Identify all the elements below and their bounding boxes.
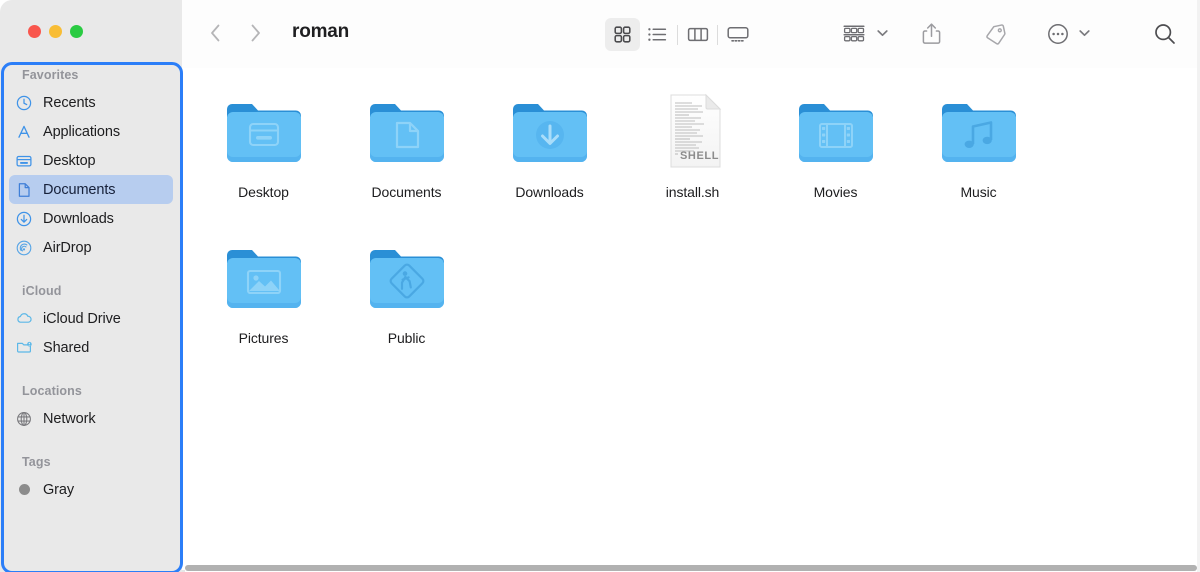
sidebar-item-shared[interactable]: Shared (9, 333, 173, 362)
icon-grid: Desktop Documents Downloads SHELL instal… (192, 68, 1200, 377)
document-icon (14, 180, 34, 200)
sidebar-item-documents[interactable]: Documents (9, 175, 173, 204)
minimize-button[interactable] (49, 25, 62, 38)
sidebar-item-icloud-drive[interactable]: iCloud Drive (9, 304, 173, 333)
file-item-music[interactable]: Music (907, 85, 1050, 231)
globe-icon (14, 409, 34, 429)
sidebar-item-applications[interactable]: Applications (9, 117, 173, 146)
file-label: Public (387, 330, 426, 346)
shared-folder-icon (14, 338, 34, 358)
cloud-icon (14, 309, 34, 329)
file-label: Downloads (515, 184, 584, 200)
sidebar-item-downloads[interactable]: Downloads (9, 204, 173, 233)
public-folder-icon (364, 231, 450, 317)
downloads-folder-icon (507, 85, 593, 171)
sidebar-item-network[interactable]: Network (9, 404, 173, 433)
sidebar-item-label: iCloud Drive (43, 310, 121, 327)
view-mode-icon-button[interactable] (605, 18, 640, 51)
view-mode-segmented-control (605, 18, 755, 51)
sidebar-item-label: Documents (43, 181, 116, 198)
sidebar: Favorites Recents Applications Desktop D… (0, 0, 183, 572)
sidebar-item-label: Recents (43, 94, 96, 111)
page-title: roman (292, 21, 350, 42)
file-label: Movies (813, 184, 858, 200)
toolbar: roman (182, 0, 1200, 68)
navigation-buttons (206, 18, 264, 48)
segmented-divider (717, 24, 718, 45)
view-mode-gallery-button[interactable] (720, 18, 755, 51)
file-item-documents[interactable]: Documents (335, 85, 478, 231)
sidebar-scroll-area[interactable]: Favorites Recents Applications Desktop D… (0, 62, 182, 572)
group-by-button[interactable] (837, 16, 871, 52)
search-button[interactable] (1147, 16, 1183, 52)
back-button[interactable] (206, 18, 224, 48)
sidebar-item-tag-gray[interactable]: Gray (9, 475, 173, 504)
chevron-down-icon[interactable] (876, 25, 889, 43)
more-button[interactable] (1043, 16, 1073, 52)
file-label: install.sh (665, 184, 720, 200)
file-item-install-sh[interactable]: SHELL install.sh (621, 85, 764, 231)
window-controls (28, 25, 83, 38)
sidebar-item-airdrop[interactable]: AirDrop (9, 233, 173, 262)
sidebar-item-label: Applications (43, 123, 120, 140)
sidebar-item-label: AirDrop (43, 239, 92, 256)
sidebar-item-desktop[interactable]: Desktop (9, 146, 173, 175)
chevron-down-icon[interactable] (1078, 25, 1091, 43)
applications-icon (14, 122, 34, 142)
view-mode-column-button[interactable] (680, 18, 715, 51)
music-folder-icon (936, 85, 1022, 171)
forward-button[interactable] (246, 18, 264, 48)
file-label: Music (960, 184, 997, 200)
file-item-public[interactable]: Public (335, 231, 478, 377)
file-browser-content[interactable]: Desktop Documents Downloads SHELL instal… (182, 68, 1200, 564)
movies-folder-icon (793, 85, 879, 171)
sidebar-item-label: Downloads (43, 210, 114, 227)
file-item-downloads[interactable]: Downloads (478, 85, 621, 231)
file-label: Desktop (238, 184, 289, 200)
share-button[interactable] (911, 16, 951, 52)
finder-window: Favorites Recents Applications Desktop D… (0, 0, 1200, 572)
segmented-divider (677, 24, 678, 45)
file-item-movies[interactable]: Movies (764, 85, 907, 231)
download-circle-icon (14, 209, 34, 229)
sidebar-item-label: Network (43, 410, 96, 427)
shell-script-file-icon: SHELL (650, 85, 736, 171)
sidebar-item-label: Gray (43, 481, 75, 498)
file-label: Documents (371, 184, 442, 200)
toolbar-actions (837, 16, 1091, 52)
sidebar-item-label: Desktop (43, 152, 96, 169)
tag-button[interactable] (975, 16, 1015, 52)
zoom-button[interactable] (70, 25, 83, 38)
sidebar-section-icloud: iCloud (22, 284, 62, 298)
gray-tag-dot-icon (14, 480, 34, 500)
file-label: Pictures (238, 330, 289, 346)
close-button[interactable] (28, 25, 41, 38)
desktop-folder-icon (221, 85, 307, 171)
shell-badge-text: SHELL (680, 150, 719, 162)
airdrop-icon (14, 238, 34, 258)
view-mode-list-button[interactable] (640, 18, 675, 51)
pictures-folder-icon (221, 231, 307, 317)
documents-folder-icon (364, 85, 450, 171)
sidebar-section-tags: Tags (22, 455, 51, 469)
sidebar-item-recents[interactable]: Recents (9, 88, 173, 117)
sidebar-section-favorites: Favorites (22, 68, 79, 82)
sidebar-section-locations: Locations (22, 384, 82, 398)
desktop-icon (14, 151, 34, 171)
horizontal-scrollbar[interactable] (185, 564, 1200, 572)
horizontal-scrollbar-thumb[interactable] (185, 565, 1197, 571)
file-item-desktop[interactable]: Desktop (192, 85, 335, 231)
file-item-pictures[interactable]: Pictures (192, 231, 335, 377)
sidebar-item-label: Shared (43, 339, 90, 356)
clock-icon (14, 93, 34, 113)
